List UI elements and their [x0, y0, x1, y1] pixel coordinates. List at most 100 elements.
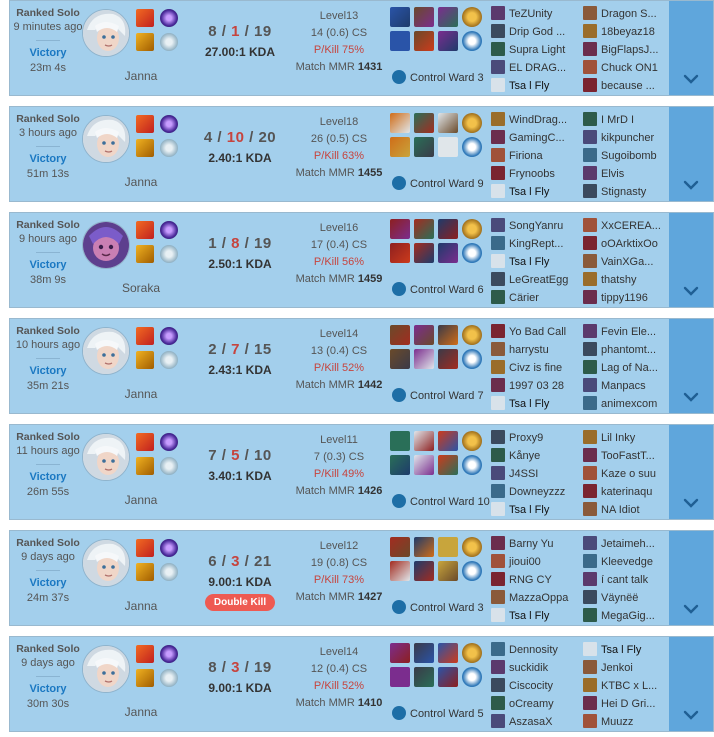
player-row[interactable]: Cärier	[491, 289, 577, 307]
summoner-name[interactable]: jioui00	[509, 556, 541, 568]
item-icon[interactable]	[414, 667, 434, 687]
champion-icon[interactable]	[491, 396, 505, 411]
item-icon[interactable]	[438, 137, 458, 157]
item-icon[interactable]	[462, 349, 482, 369]
expand-button[interactable]	[669, 213, 713, 307]
summoner-name[interactable]: Civz is fine	[509, 362, 562, 374]
champion-icon[interactable]	[583, 60, 597, 75]
player-row[interactable]: Tsa l Fly	[491, 607, 577, 625]
champion-icon[interactable]	[491, 324, 505, 339]
champion-icon[interactable]	[583, 42, 597, 57]
summoner-name[interactable]: 1997 03 28	[509, 380, 564, 392]
keystone-rune-icon[interactable]	[136, 563, 154, 581]
expand-button[interactable]	[669, 637, 713, 731]
champion-icon[interactable]	[583, 184, 597, 199]
champion-icon[interactable]	[583, 678, 597, 693]
summoner-name[interactable]: Lag of Na...	[601, 362, 658, 374]
summoner-name[interactable]: thatshy	[601, 274, 636, 286]
champion-icon[interactable]	[583, 148, 597, 163]
item-icon[interactable]	[438, 667, 458, 687]
item-icon[interactable]	[414, 7, 434, 27]
champion-icon[interactable]	[491, 484, 505, 499]
player-row[interactable]: Tsa l Fly	[491, 183, 577, 201]
player-row[interactable]: WindDrag...	[491, 111, 577, 129]
player-row[interactable]: Kånye	[491, 447, 577, 465]
player-row[interactable]: Proxy9	[491, 429, 577, 447]
player-row[interactable]: Tsa l Fly	[491, 253, 577, 271]
champion-icon[interactable]	[491, 236, 505, 251]
flash-spell-icon[interactable]	[160, 433, 178, 451]
ignite-spell-icon[interactable]	[136, 9, 154, 27]
summoner-name[interactable]: Downeyzzz	[509, 486, 565, 498]
player-row[interactable]: Lil Inky	[583, 429, 669, 447]
player-row[interactable]: BigFlapsJ...	[583, 41, 669, 59]
champion-icon[interactable]	[491, 184, 505, 199]
champion-icon[interactable]	[583, 112, 597, 127]
summoner-name[interactable]: TeZUnity	[509, 8, 552, 20]
expand-button[interactable]	[669, 1, 713, 95]
player-row[interactable]: harrystu	[491, 341, 577, 359]
trinket-icon[interactable]	[462, 113, 482, 133]
item-icon[interactable]	[390, 7, 410, 27]
champion-icon[interactable]	[583, 590, 597, 605]
player-row[interactable]: KTBC x L...	[583, 677, 669, 695]
champion-icon[interactable]	[491, 502, 505, 517]
champion-icon[interactable]	[583, 484, 597, 499]
summoner-name[interactable]: Cärier	[509, 292, 539, 304]
player-row[interactable]: phantomt...	[583, 341, 669, 359]
champion-icon[interactable]	[491, 112, 505, 127]
item-icon[interactable]	[438, 325, 458, 345]
item-icon[interactable]	[390, 667, 410, 687]
player-row[interactable]: Dragon S...	[583, 5, 669, 23]
player-row[interactable]: KingRept...	[491, 235, 577, 253]
summoner-name[interactable]: KingRept...	[509, 238, 563, 250]
player-row[interactable]: because ...	[583, 77, 669, 95]
summoner-name[interactable]: Tsa l Fly	[509, 186, 549, 198]
champion-icon[interactable]	[583, 342, 597, 357]
flash-spell-icon[interactable]	[160, 645, 178, 663]
summoner-name[interactable]: 18beyaz18	[601, 26, 655, 38]
item-icon[interactable]	[414, 137, 434, 157]
summoner-name[interactable]: TooFastT...	[601, 450, 655, 462]
champion-icon[interactable]	[491, 642, 505, 657]
champion-icon[interactable]	[583, 466, 597, 481]
player-row[interactable]: Drip God ...	[491, 23, 577, 41]
item-icon[interactable]	[414, 643, 434, 663]
summoner-name[interactable]: oCreamy	[509, 698, 554, 710]
summoner-name[interactable]: tippy1196	[601, 292, 648, 304]
champion-icon[interactable]	[491, 78, 505, 93]
summoner-name[interactable]: EL DRAG...	[509, 62, 566, 74]
player-row[interactable]: AszasaX	[491, 713, 577, 731]
keystone-rune-icon[interactable]	[136, 351, 154, 369]
champion-icon[interactable]	[491, 218, 505, 233]
champion-icon[interactable]	[491, 42, 505, 57]
summoner-name[interactable]: Elvis	[601, 168, 624, 180]
champion-icon[interactable]	[491, 678, 505, 693]
summoner-name[interactable]: animexcom	[601, 398, 657, 410]
flash-spell-icon[interactable]	[160, 9, 178, 27]
trinket-icon[interactable]	[462, 325, 482, 345]
player-row[interactable]: Civz is fine	[491, 359, 577, 377]
item-icon[interactable]	[390, 455, 410, 475]
item-icon[interactable]	[390, 537, 410, 557]
player-row[interactable]: LeGreatEgg	[491, 271, 577, 289]
champion-portrait[interactable]	[82, 539, 130, 587]
expand-button[interactable]	[669, 319, 713, 413]
champion-icon[interactable]	[583, 218, 597, 233]
champion-portrait[interactable]	[82, 221, 130, 269]
champion-icon[interactable]	[491, 430, 505, 445]
summoner-name[interactable]: Barny Yu	[509, 538, 553, 550]
player-row[interactable]: Dennosity	[491, 641, 577, 659]
item-icon[interactable]	[438, 431, 458, 451]
champion-icon[interactable]	[583, 554, 597, 569]
player-row[interactable]: Muuzz	[583, 713, 669, 731]
player-row[interactable]: tippy1196	[583, 289, 669, 307]
champion-icon[interactable]	[491, 536, 505, 551]
item-icon[interactable]	[438, 243, 458, 263]
secondary-rune-icon[interactable]	[160, 245, 178, 263]
summoner-name[interactable]: katerinaqu	[601, 486, 652, 498]
champion-icon[interactable]	[491, 60, 505, 75]
item-icon[interactable]	[438, 455, 458, 475]
champion-icon[interactable]	[583, 6, 597, 21]
summoner-name[interactable]: Dennosity	[509, 644, 558, 656]
